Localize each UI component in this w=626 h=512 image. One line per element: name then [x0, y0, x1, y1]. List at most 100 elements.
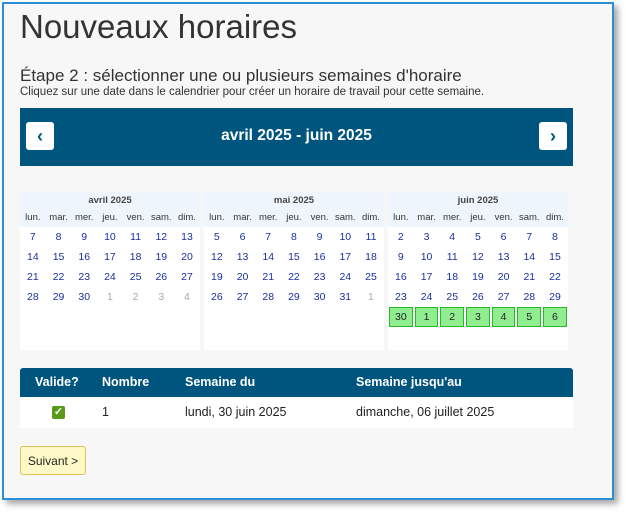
- calendar-day[interactable]: 4: [174, 287, 200, 307]
- calendar-day[interactable]: 6: [491, 227, 517, 247]
- calendar-day[interactable]: 17: [414, 267, 440, 287]
- calendar-day[interactable]: 8: [281, 227, 307, 247]
- calendar-day[interactable]: 6: [543, 307, 567, 327]
- week-row: 12 13 14 15 16 17 18: [204, 247, 384, 267]
- calendar-day[interactable]: 2: [440, 307, 465, 327]
- calendar-day[interactable]: 11: [123, 227, 149, 247]
- calendar-day[interactable]: 29: [281, 287, 307, 307]
- calendar-day[interactable]: 8: [542, 227, 568, 247]
- calendar-day[interactable]: 13: [230, 247, 256, 267]
- calendar-day[interactable]: 24: [414, 287, 440, 307]
- calendar-day[interactable]: 10: [414, 247, 440, 267]
- calendar-day[interactable]: 28: [20, 287, 46, 307]
- calendar-day[interactable]: 31: [332, 287, 358, 307]
- calendar-day[interactable]: 22: [46, 267, 72, 287]
- next-months-button[interactable]: ›: [539, 122, 567, 150]
- calendar-day[interactable]: 3: [148, 287, 174, 307]
- calendar-day[interactable]: 30: [71, 287, 97, 307]
- calendar-day[interactable]: 30: [389, 307, 413, 327]
- calendar-day[interactable]: 4: [439, 227, 465, 247]
- calendar-day[interactable]: 18: [439, 267, 465, 287]
- calendar-day[interactable]: 25: [123, 267, 149, 287]
- next-button[interactable]: Suivant >: [20, 446, 86, 475]
- calendar-day[interactable]: 7: [255, 227, 281, 247]
- calendar-day[interactable]: 13: [174, 227, 200, 247]
- calendar-day[interactable]: 22: [542, 267, 568, 287]
- week-row: 5 6 7 8 9 10 11: [204, 227, 384, 247]
- calendar-day[interactable]: 1: [414, 307, 439, 327]
- checkbox-checked-icon[interactable]: ✓: [52, 406, 65, 419]
- calendar-day[interactable]: 2: [388, 227, 414, 247]
- calendar-day[interactable]: 14: [20, 247, 46, 267]
- calendar-day[interactable]: 23: [71, 267, 97, 287]
- calendar-day[interactable]: 1: [97, 287, 123, 307]
- calendar-day[interactable]: 23: [388, 287, 414, 307]
- calendar-day[interactable]: 20: [174, 247, 200, 267]
- calendar-day[interactable]: 21: [516, 267, 542, 287]
- calendar-day[interactable]: 14: [516, 247, 542, 267]
- calendar-day[interactable]: 21: [255, 267, 281, 287]
- calendar-day[interactable]: 17: [332, 247, 358, 267]
- calendar-day[interactable]: 27: [230, 287, 256, 307]
- calendar-day[interactable]: 26: [148, 267, 174, 287]
- calendar-day[interactable]: 30: [307, 287, 333, 307]
- calendar-day[interactable]: 3: [414, 227, 440, 247]
- weekday-label: jeu.: [470, 212, 486, 223]
- calendar-day[interactable]: 16: [71, 247, 97, 267]
- calendar-day[interactable]: 12: [204, 247, 230, 267]
- calendar-day[interactable]: 24: [332, 267, 358, 287]
- weekday-label: dim.: [545, 212, 564, 223]
- calendar-day[interactable]: 11: [439, 247, 465, 267]
- calendar-day[interactable]: 27: [491, 287, 517, 307]
- calendar-day[interactable]: 7: [20, 227, 46, 247]
- calendar-day[interactable]: 4: [491, 307, 516, 327]
- weekday-label: lun.: [209, 212, 225, 223]
- calendar-day[interactable]: 17: [97, 247, 123, 267]
- calendar-day[interactable]: 9: [71, 227, 97, 247]
- calendar-day[interactable]: 29: [542, 287, 568, 307]
- calendar-day[interactable]: 11: [358, 227, 384, 247]
- calendar-day[interactable]: 10: [332, 227, 358, 247]
- calendar-day[interactable]: 20: [491, 267, 517, 287]
- calendar-day[interactable]: 24: [97, 267, 123, 287]
- calendar-day[interactable]: 3: [466, 307, 490, 327]
- calendar-day[interactable]: 19: [204, 267, 230, 287]
- calendar-day[interactable]: 12: [148, 227, 174, 247]
- calendar-day[interactable]: 26: [204, 287, 230, 307]
- calendar-day[interactable]: 16: [388, 267, 414, 287]
- calendar-day[interactable]: 9: [307, 227, 333, 247]
- calendar-day[interactable]: 5: [465, 227, 491, 247]
- calendar-day[interactable]: 6: [230, 227, 256, 247]
- calendar-day[interactable]: 10: [97, 227, 123, 247]
- calendar-day[interactable]: 15: [281, 247, 307, 267]
- calendar-day[interactable]: 27: [174, 267, 200, 287]
- calendar-day[interactable]: 1: [358, 287, 384, 307]
- calendar-day[interactable]: 5: [517, 307, 542, 327]
- calendar-day[interactable]: 15: [46, 247, 72, 267]
- calendar-day[interactable]: 19: [148, 247, 174, 267]
- calendar-day[interactable]: 25: [439, 287, 465, 307]
- calendar-day[interactable]: 22: [281, 267, 307, 287]
- calendar-day[interactable]: 18: [123, 247, 149, 267]
- calendar-day[interactable]: 21: [20, 267, 46, 287]
- calendar-day[interactable]: 29: [46, 287, 72, 307]
- calendar-day[interactable]: 16: [307, 247, 333, 267]
- calendar-day[interactable]: 26: [465, 287, 491, 307]
- calendar-day[interactable]: 9: [388, 247, 414, 267]
- calendar-day[interactable]: 15: [542, 247, 568, 267]
- calendar-day[interactable]: 13: [491, 247, 517, 267]
- calendar-day[interactable]: 20: [230, 267, 256, 287]
- calendar-day[interactable]: 8: [46, 227, 72, 247]
- calendar-day[interactable]: 5: [204, 227, 230, 247]
- calendar-day[interactable]: 19: [465, 267, 491, 287]
- calendar-day[interactable]: 2: [123, 287, 149, 307]
- calendar-day[interactable]: 25: [358, 267, 384, 287]
- week-row: 9 10 11 12 13 14 15: [388, 247, 568, 267]
- calendar-day[interactable]: 14: [255, 247, 281, 267]
- calendar-day[interactable]: 28: [516, 287, 542, 307]
- calendar-day[interactable]: 18: [358, 247, 384, 267]
- calendar-day[interactable]: 12: [465, 247, 491, 267]
- calendar-day[interactable]: 28: [255, 287, 281, 307]
- calendar-day[interactable]: 23: [307, 267, 333, 287]
- calendar-day[interactable]: 7: [516, 227, 542, 247]
